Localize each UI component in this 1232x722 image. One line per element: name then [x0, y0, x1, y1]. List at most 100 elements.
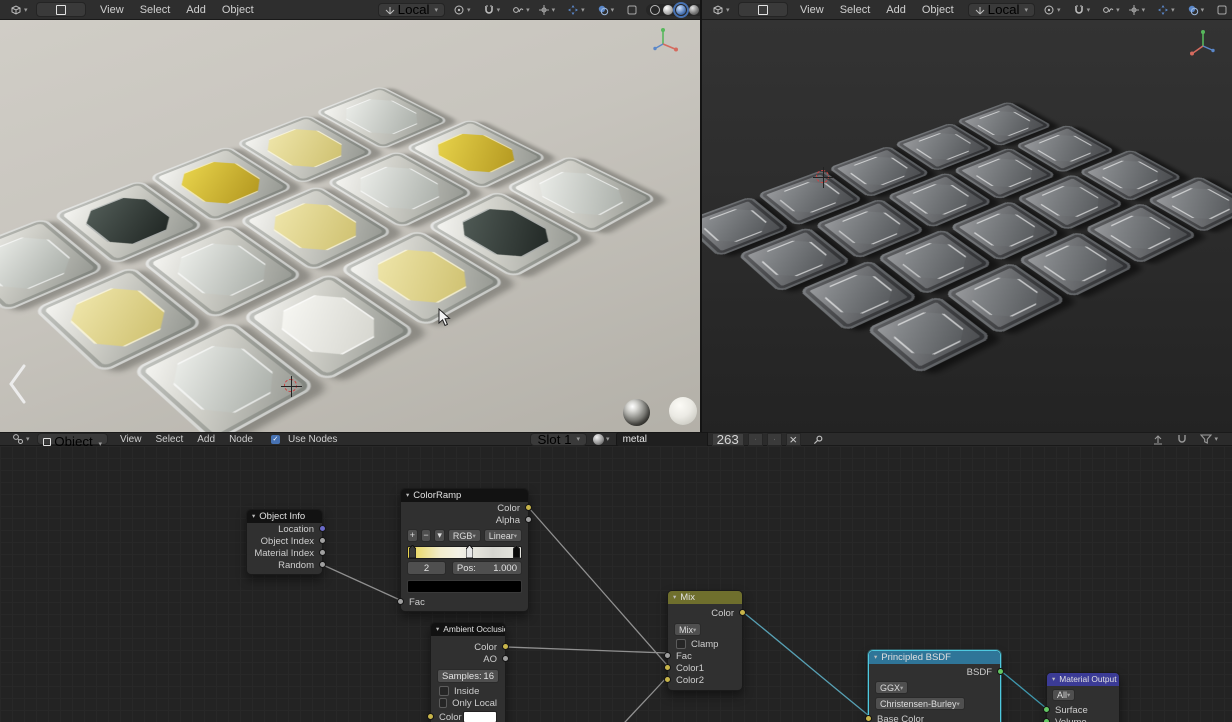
socket-volume-input[interactable] — [1043, 718, 1050, 722]
material-users-button[interactable]: 263 — [712, 433, 744, 446]
viewport-left-canvas[interactable] — [0, 20, 700, 432]
proportional-editing-dropdown[interactable]: ▾ — [1098, 3, 1124, 17]
remove-stop-button[interactable]: − — [421, 529, 432, 542]
unlink-material-button[interactable]: × — [786, 433, 801, 446]
socket-surface-input[interactable] — [1043, 706, 1050, 713]
pin-button[interactable] — [809, 433, 828, 446]
editor-type-button[interactable]: ▾ — [708, 3, 734, 17]
menu-add[interactable]: Add — [180, 4, 212, 16]
pivot-point-dropdown[interactable]: ▾ — [1039, 3, 1065, 17]
stop-color-swatch[interactable] — [407, 580, 522, 593]
mode-select[interactable]: Object Mode ▾ — [36, 2, 87, 17]
snap-toggle[interactable]: ▾ — [479, 3, 505, 17]
ramp-stop-2[interactable] — [513, 545, 520, 559]
viewport-right-canvas[interactable] — [702, 20, 1232, 432]
ramp-options-button[interactable]: ▾ — [434, 529, 445, 542]
socket-object-index-output[interactable] — [319, 537, 326, 544]
editor-type-button[interactable]: ▾ — [6, 3, 32, 17]
subsurface-method-dropdown[interactable]: Christensen-Burley ▾ — [875, 697, 965, 710]
overlap-nodes-button[interactable] — [1172, 432, 1192, 446]
collapse-icon[interactable]: ▾ — [252, 510, 255, 523]
axis-gizmo[interactable] — [1188, 28, 1218, 58]
pivot-point-dropdown[interactable]: ▾ — [449, 3, 475, 17]
menu-select[interactable]: Select — [150, 434, 188, 445]
socket-fac-input[interactable] — [397, 598, 404, 605]
collapse-icon[interactable]: ▾ — [1052, 673, 1055, 686]
blend-mode-dropdown[interactable]: Mix ▾ — [674, 623, 701, 636]
socket-ao-output[interactable] — [502, 655, 509, 662]
snap-node-toggle[interactable] — [1148, 432, 1168, 446]
active-tool-gizmo-dropdown[interactable]: ▾ — [1124, 3, 1150, 17]
node-mix[interactable]: ▾ Mix Color Mix ▾ Clamp Fac Color1 Color… — [667, 590, 743, 691]
samples-field[interactable]: Samples: 16 — [437, 669, 499, 683]
distribution-dropdown[interactable]: GGX ▾ — [875, 681, 908, 694]
socket-bsdf-output[interactable] — [997, 668, 1004, 675]
socket-color-output[interactable] — [502, 643, 509, 650]
interpolation-dropdown[interactable]: Linear ▾ — [484, 529, 522, 542]
editor-type-button[interactable]: ▾ — [8, 432, 34, 446]
node-color-ramp[interactable]: ▾ ColorRamp Color Alpha + − ▾ RGB ▾ Line… — [400, 488, 529, 612]
menu-add[interactable]: Add — [880, 4, 912, 16]
socket-color-output[interactable] — [525, 504, 532, 511]
socket-location-output[interactable] — [319, 525, 326, 532]
socket-material-index-output[interactable] — [319, 549, 326, 556]
overlays-toggle[interactable]: ▾ — [593, 3, 619, 17]
ramp-stop-0[interactable] — [409, 545, 416, 559]
show-gizmo-toggle[interactable]: ▾ — [563, 3, 589, 17]
shading-solid-button[interactable] — [663, 5, 673, 15]
proportional-editing-dropdown[interactable]: ▾ — [508, 3, 534, 17]
material-name-field[interactable]: metal — [616, 432, 708, 447]
new-material-button[interactable] — [767, 433, 782, 446]
shader-type-select[interactable]: Object ▾ — [37, 433, 108, 445]
shading-material-preview-button[interactable] — [676, 5, 686, 15]
overlays-toggle[interactable]: ▾ — [1183, 3, 1209, 17]
node-principled-bsdf[interactable]: ▾ Principled BSDF BSDF GGX ▾ Christensen… — [868, 650, 1001, 722]
collapse-icon[interactable]: ▾ — [673, 591, 676, 604]
snap-toggle[interactable]: ▾ — [1069, 3, 1095, 17]
filter-dropdown[interactable]: ▾ — [1196, 432, 1222, 446]
node-header[interactable]: ▾ Ambient Occlusion — [431, 623, 505, 636]
menu-view[interactable]: View — [115, 434, 147, 445]
inside-toggle[interactable]: Inside — [431, 685, 505, 697]
node-graph-canvas[interactable]: ▾ Object Info Location Object Index Mate… — [0, 446, 1232, 722]
player-back-button[interactable] — [2, 356, 32, 412]
socket-random-output[interactable] — [319, 561, 326, 568]
transform-orientation-dropdown[interactable]: Local ▾ — [968, 3, 1035, 17]
material-slot-dropdown[interactable]: Slot 1 ▾ — [530, 433, 587, 446]
node-header[interactable]: ▾ Object Info — [247, 510, 322, 523]
transform-orientation-dropdown[interactable]: Local ▾ — [378, 3, 445, 17]
browse-material-dropdown[interactable]: ▾ — [591, 434, 612, 445]
node-ambient-occlusion[interactable]: ▾ Ambient Occlusion Color AO Samples: 16… — [430, 622, 506, 722]
node-header[interactable]: ▾ Principled BSDF — [869, 651, 1000, 664]
socket-color-output[interactable] — [739, 609, 746, 616]
collapse-icon[interactable]: ▾ — [436, 623, 439, 636]
clamp-toggle[interactable]: Clamp — [668, 638, 742, 650]
node-header[interactable]: ▾ Material Output — [1047, 673, 1119, 686]
socket-color1-input[interactable] — [664, 664, 671, 671]
socket-color2-input[interactable] — [664, 676, 671, 683]
color-mode-dropdown[interactable]: RGB ▾ — [448, 529, 481, 542]
add-stop-button[interactable]: + — [407, 529, 418, 542]
menu-select[interactable]: Select — [834, 4, 877, 16]
use-nodes-toggle[interactable]: ✓ Use Nodes — [271, 434, 337, 445]
color-input-swatch[interactable] — [463, 711, 497, 722]
shading-rendered-button[interactable] — [689, 5, 699, 15]
node-header[interactable]: ▾ ColorRamp — [401, 489, 528, 502]
collapse-icon[interactable]: ▾ — [874, 651, 877, 664]
ramp-stop-1[interactable] — [466, 545, 473, 559]
socket-color-input[interactable] — [427, 713, 434, 720]
menu-add[interactable]: Add — [192, 434, 220, 445]
shading-wireframe-button[interactable] — [650, 5, 660, 15]
axis-gizmo[interactable] — [648, 26, 678, 56]
node-header[interactable]: ▾ Mix — [668, 591, 742, 604]
xray-toggle[interactable] — [622, 3, 642, 17]
socket-base-color-input[interactable] — [865, 715, 872, 722]
node-object-info[interactable]: ▾ Object Info Location Object Index Mate… — [246, 509, 323, 575]
menu-object[interactable]: Object — [916, 4, 960, 16]
only-local-toggle[interactable]: Only Local — [431, 697, 505, 709]
menu-node[interactable]: Node — [224, 434, 258, 445]
target-dropdown[interactable]: All ▾ — [1052, 689, 1075, 701]
socket-alpha-output[interactable] — [525, 516, 532, 523]
collapse-icon[interactable]: ▾ — [406, 489, 409, 502]
menu-view[interactable]: View — [794, 4, 830, 16]
